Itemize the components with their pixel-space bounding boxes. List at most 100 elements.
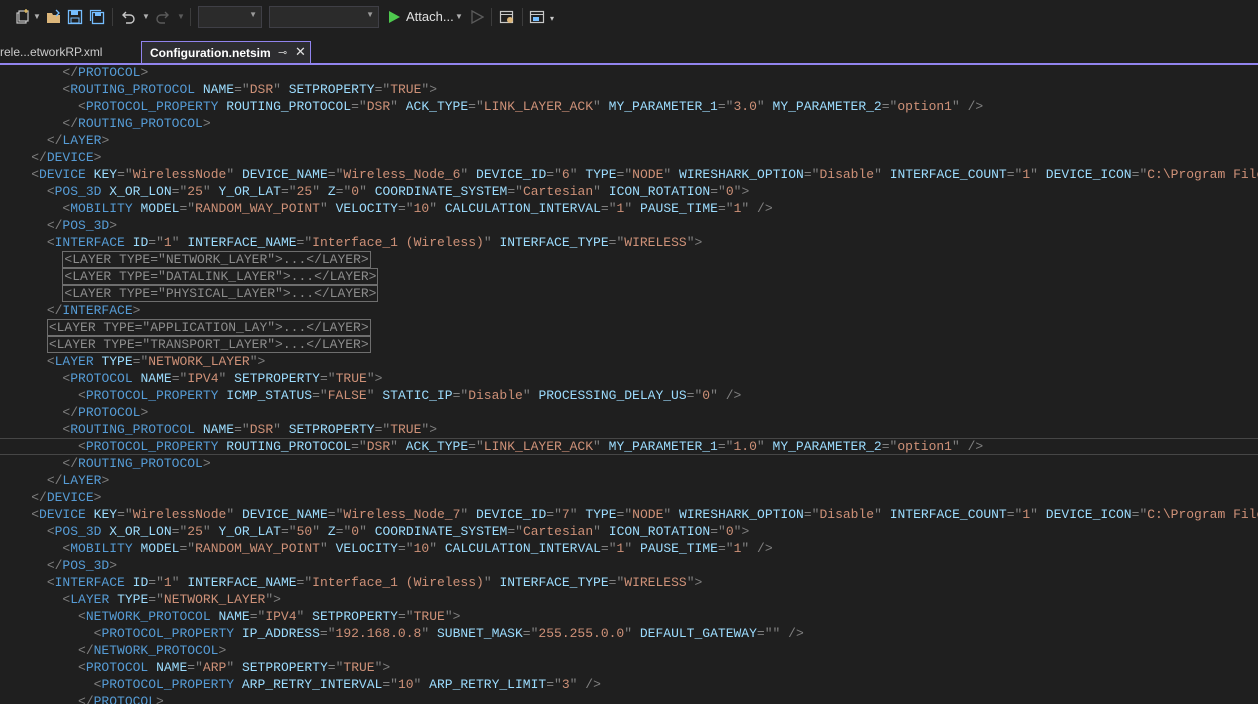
attach-dropdown-icon[interactable]: ▼ <box>455 12 463 21</box>
collapsed-region[interactable]: <LAYER TYPE="APPLICATION_LAY">...</LAYER… <box>46 319 371 336</box>
code-line[interactable]: <PROTOCOL_PROPERTY ICMP_STATUS="FALSE" S… <box>0 387 1258 404</box>
code-token: PROTOCOL_PROPERTY <box>85 99 219 114</box>
code-line[interactable]: </NETWORK_PROTOCOL> <box>0 642 1258 659</box>
code-line[interactable]: <MOBILITY MODEL="RANDOM_WAY_POINT" VELOC… <box>0 540 1258 557</box>
code-line[interactable]: <PROTOCOL_PROPERTY IP_ADDRESS="192.168.0… <box>0 625 1258 642</box>
pin-icon[interactable]: ⊸ <box>278 46 287 59</box>
redo-dropdown-icon[interactable]: ▼ <box>177 12 185 21</box>
code-line[interactable]: </PROTOCOL> <box>0 404 1258 421</box>
code-line[interactable]: <INTERFACE ID="1" INTERFACE_NAME="Interf… <box>0 574 1258 591</box>
attach-label[interactable]: Attach... <box>406 9 454 24</box>
open-button[interactable] <box>45 6 63 28</box>
code-line[interactable]: </DEVICE> <box>0 149 1258 166</box>
new-project-button[interactable] <box>12 6 32 28</box>
code-line[interactable]: <LAYER TYPE="NETWORK_LAYER">...</LAYER> <box>0 251 1258 268</box>
code-line[interactable]: <PROTOCOL NAME="IPV4" SETPROPERTY="TRUE"… <box>0 370 1258 387</box>
code-token: " <box>593 184 601 199</box>
code-line[interactable]: <LAYER TYPE="NETWORK_LAYER"> <box>0 353 1258 370</box>
code-line[interactable]: <DEVICE KEY="WirelessNode" DEVICE_NAME="… <box>0 166 1258 183</box>
code-token: " <box>304 575 313 590</box>
code-line[interactable]: <LAYER TYPE="NETWORK_LAYER"> <box>0 591 1258 608</box>
code-line[interactable]: </PROTOCOL> <box>0 693 1258 704</box>
code-token: PROTOCOL_PROPERTY <box>101 677 235 692</box>
code-line[interactable]: <POS_3D X_OR_LON="25" Y_OR_LAT="50" Z="0… <box>0 523 1258 540</box>
close-icon[interactable]: ✕ <box>295 44 306 60</box>
code-line[interactable]: <DEVICE KEY="WirelessNode" DEVICE_NAME="… <box>0 506 1258 523</box>
code-line[interactable]: </ROUTING_PROTOCOL> <box>0 115 1258 132</box>
collapsed-region[interactable]: <LAYER TYPE="DATALINK_LAYER">...</LAYER> <box>62 268 379 285</box>
solution-explorer-button[interactable] <box>498 6 516 28</box>
code-token: " <box>358 439 367 454</box>
window-layout-button[interactable] <box>528 6 546 28</box>
code-line[interactable]: <LAYER TYPE="DATALINK_LAYER">...</LAYER> <box>0 268 1258 285</box>
code-line[interactable]: </LAYER> <box>0 472 1258 489</box>
code-token: ACK_TYPE <box>405 439 469 454</box>
code-line[interactable]: <PROTOCOL_PROPERTY ROUTING_PROTOCOL="DSR… <box>0 98 1258 115</box>
save-all-button[interactable] <box>88 6 106 28</box>
code-line[interactable]: </POS_3D> <box>0 217 1258 234</box>
tab-configuration-netsim[interactable]: Configuration.netsim ⊸ ✕ <box>141 41 311 63</box>
code-token: > <box>382 660 391 675</box>
start-debug-button[interactable] <box>386 6 402 28</box>
undo-dropdown-icon[interactable]: ▼ <box>142 12 150 21</box>
code-line[interactable]: <LAYER TYPE="PHYSICAL_LAYER">...</LAYER> <box>0 285 1258 302</box>
code-line[interactable]: <MOBILITY MODEL="RANDOM_WAY_POINT" VELOC… <box>0 200 1258 217</box>
redo-button[interactable] <box>154 6 172 28</box>
save-button[interactable] <box>66 6 84 28</box>
code-line[interactable]: <LAYER TYPE="TRANSPORT_LAYER">...</LAYER… <box>0 336 1258 353</box>
code-editor[interactable]: </PROTOCOL> <ROUTING_PROTOCOL NAME="DSR"… <box>0 64 1258 704</box>
collapsed-region[interactable]: <LAYER TYPE="NETWORK_LAYER">...</LAYER> <box>62 251 371 268</box>
code-token: NODE <box>632 507 664 522</box>
code-line[interactable]: </ROUTING_PROTOCOL> <box>0 455 1258 472</box>
code-line[interactable]: <NETWORK_PROTOCOL NAME="IPV4" SETPROPERT… <box>0 608 1258 625</box>
new-project-dropdown-icon[interactable]: ▼ <box>33 12 41 21</box>
code-token: NETWORK_PROTOCOL <box>93 643 219 658</box>
code-line[interactable]: <PROTOCOL_PROPERTY ARP_RETRY_INTERVAL="1… <box>0 676 1258 693</box>
code-token: " <box>312 184 320 199</box>
code-line[interactable]: <PROTOCOL NAME="ARP" SETPROPERTY="TRUE"> <box>0 659 1258 676</box>
configuration-select[interactable]: ▼ <box>198 6 262 28</box>
run-without-debug-button[interactable] <box>469 6 485 28</box>
code-token: = <box>327 507 336 522</box>
undo-button[interactable] <box>119 6 137 28</box>
platform-select[interactable]: ▼ <box>269 6 379 28</box>
collapsed-region[interactable]: <LAYER TYPE="TRANSPORT_LAYER">...</LAYER… <box>46 336 371 353</box>
code-token: = <box>600 541 609 556</box>
code-token: MY_PARAMETER_2 <box>772 439 882 454</box>
code-line[interactable]: </DEVICE> <box>0 489 1258 506</box>
code-token: " <box>171 575 180 590</box>
toolbar-overflow-icon[interactable]: ▾ <box>550 14 554 23</box>
code-line[interactable]: <INTERFACE ID="1" INTERFACE_NAME="Interf… <box>0 234 1258 251</box>
code-line[interactable]: </PROTOCOL> <box>0 64 1258 81</box>
code-line[interactable]: <ROUTING_PROTOCOL NAME="DSR" SETPROPERTY… <box>0 421 1258 438</box>
code-token: </ <box>46 133 63 148</box>
code-line[interactable]: </POS_3D> <box>0 557 1258 574</box>
code-token: = <box>710 184 719 199</box>
code-token: ICON_ROTATION <box>608 524 711 539</box>
code-line[interactable]: <ROUTING_PROTOCOL NAME="DSR" SETPROPERTY… <box>0 81 1258 98</box>
code-token: " <box>725 541 734 556</box>
code-line[interactable]: <PROTOCOL_PROPERTY ROUTING_PROTOCOL="DSR… <box>0 438 1258 455</box>
code-line[interactable]: </INTERFACE> <box>0 302 1258 319</box>
code-token: = <box>319 371 328 386</box>
code-token: " <box>366 388 375 403</box>
code-line[interactable]: </LAYER> <box>0 132 1258 149</box>
code-line[interactable]: <POS_3D X_OR_LON="25" Y_OR_LAT="25" Z="0… <box>0 183 1258 200</box>
code-token: Z <box>327 184 336 199</box>
code-line[interactable]: <LAYER TYPE="APPLICATION_LAY">...</LAYER… <box>0 319 1258 336</box>
tab-relevant-networkrp-xml[interactable]: rele...etworkRP.xml <box>0 41 136 63</box>
code-token: TRUE <box>413 609 445 624</box>
collapsed-region[interactable]: <LAYER TYPE="PHYSICAL_LAYER">...</LAYER> <box>62 285 379 302</box>
code-token: C:\Program Files\NetSim <box>1147 167 1258 182</box>
